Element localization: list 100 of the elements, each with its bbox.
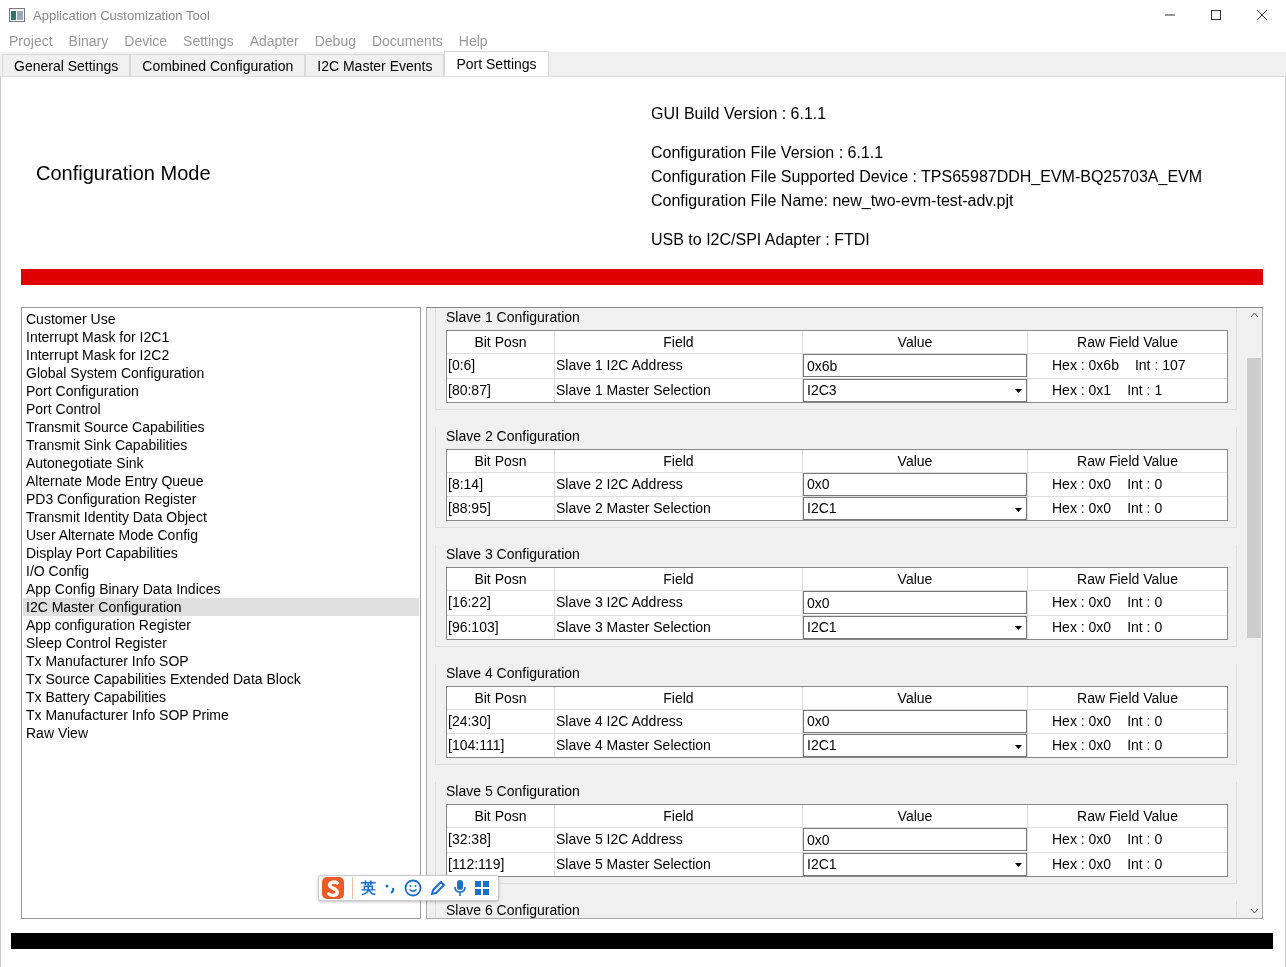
int-value: Int : 0 (1127, 711, 1163, 731)
ime-mode[interactable]: 英 (361, 878, 376, 898)
column-header: Raw Field Value (1076, 451, 1179, 471)
sidebar-item[interactable]: PD3 Configuration Register (23, 490, 419, 508)
int-value: Int : 107 (1134, 356, 1186, 375)
sidebar-item[interactable]: Tx Manufacturer Info SOP (23, 652, 419, 670)
table-cell: [0:6] (447, 353, 555, 378)
value-field[interactable]: 0x0 (803, 472, 1027, 496)
hex-value: Hex : 0x0 (1052, 593, 1112, 612)
sidebar-item[interactable]: Tx Source Capabilities Extended Data Block (23, 670, 419, 688)
window-title: Application Customization Tool (33, 7, 210, 23)
sidebar-item[interactable]: Alternate Mode Entry Queue (23, 472, 419, 490)
sidebar-item[interactable]: Tx Battery Capabilities (23, 688, 419, 706)
sidebar-item[interactable]: User Alternate Mode Config (23, 526, 419, 544)
column-header: Field (555, 331, 803, 353)
int-value: Int : 1 (1127, 380, 1163, 400)
tab[interactable]: Port Settings (444, 51, 549, 76)
value-field[interactable]: 0x0 (803, 828, 1027, 851)
sidebar-item[interactable]: Sleep Control Register (23, 634, 419, 652)
value-dropdown[interactable]: I2C3 (803, 378, 1027, 402)
value-field[interactable]: 0x0 (803, 709, 1027, 733)
tab[interactable]: General Settings (2, 54, 131, 76)
table-cell: [24:30] (447, 708, 555, 733)
table-cell: Slave 5 Master Selection (555, 851, 803, 876)
sidebar-item[interactable]: App configuration Register (23, 616, 419, 634)
hex-value: Hex : 0x1 (1052, 380, 1112, 400)
hex-value: Hex : 0x0 (1052, 736, 1112, 755)
column-header: Field (555, 449, 803, 472)
microphone-icon[interactable] (454, 879, 466, 897)
tab[interactable]: Combined Configuration (130, 54, 306, 76)
tab[interactable]: I2C Master Events (305, 54, 445, 76)
info-line: Configuration File Version : 6.1.1 (651, 143, 885, 163)
table-cell: Slave 3 Master Selection (555, 614, 803, 639)
column-header: Value (803, 331, 1028, 353)
table-cell: Slave 2 I2C Address (555, 471, 803, 496)
group-title: Slave 2 Configuration (446, 426, 580, 445)
sidebar-item[interactable]: Display Port Capabilities (23, 544, 419, 562)
sidebar-item[interactable]: Customer Use (23, 310, 419, 328)
sidebar-item[interactable]: Interrupt Mask for I2C1 (23, 328, 419, 346)
sidebar-item[interactable]: I/O Config (23, 562, 419, 580)
hex-value: Hex : 0x0 (1052, 474, 1112, 494)
table-cell: [32:38] (447, 827, 555, 852)
emoji-icon[interactable] (404, 879, 422, 897)
scroll-up-icon[interactable] (1249, 312, 1259, 318)
table-cell: Slave 1 Master Selection (555, 377, 803, 402)
int-value: Int : 0 (1127, 617, 1163, 637)
sidebar-item[interactable]: Transmit Identity Data Object (23, 508, 419, 526)
hex-value: Hex : 0x0 (1052, 854, 1112, 874)
column-header: Raw Field Value (1076, 688, 1179, 708)
column-header: Value (803, 805, 1028, 827)
column-header: Bit Posn (447, 568, 555, 590)
group-title: Slave 6 Configuration (446, 900, 580, 918)
column-header: Value (803, 686, 1028, 709)
column-header: Field (555, 805, 803, 827)
value-field[interactable]: 0x0 (803, 591, 1027, 614)
hex-value: Hex : 0x0 (1052, 617, 1112, 637)
table-cell: [16:22] (447, 590, 555, 615)
hex-value: Hex : 0x0 (1052, 830, 1112, 849)
scroll-down-icon[interactable] (1249, 908, 1259, 914)
column-header: Field (555, 568, 803, 590)
info-line: Configuration File Supported Device : TPS65987DDH_EVM-BQ25703A_EVM (651, 167, 1203, 187)
scroll-thumb[interactable] (1247, 358, 1261, 638)
sidebar-item[interactable]: Raw View (23, 724, 419, 742)
sidebar-item[interactable]: Port Control (23, 400, 419, 418)
table-cell: Slave 2 Master Selection (555, 496, 803, 520)
close-icon[interactable] (1256, 9, 1268, 21)
sidebar-item[interactable]: Port Configuration (23, 382, 419, 400)
column-header: Raw Field Value (1076, 807, 1179, 826)
sidebar-item[interactable]: Interrupt Mask for I2C2 (23, 346, 419, 364)
value-dropdown[interactable]: I2C1 (803, 615, 1027, 639)
sidebar-item[interactable]: App Config Binary Data Indices (23, 580, 419, 598)
sidebar-item[interactable]: Autonegotiate Sink (23, 454, 419, 472)
grid-icon[interactable] (474, 880, 490, 896)
column-header: Field (555, 686, 803, 709)
table-cell: Slave 4 I2C Address (555, 708, 803, 733)
column-header: Raw Field Value (1076, 570, 1179, 589)
sidebar-item[interactable]: Transmit Source Capabilities (23, 418, 419, 436)
sidebar-item[interactable]: Tx Manufacturer Info SOP Prime (23, 706, 419, 724)
value-dropdown[interactable]: I2C1 (803, 734, 1027, 757)
sidebar-item[interactable]: Transmit Sink Capabilities (23, 436, 419, 454)
mode-label: Configuration Mode (36, 161, 211, 185)
hex-value: Hex : 0x0 (1052, 711, 1112, 731)
column-header: Value (803, 449, 1028, 472)
sidebar-item[interactable]: Global System Configuration (23, 364, 419, 382)
ime-logo-icon[interactable] (322, 877, 344, 899)
column-header: Raw Field Value (1076, 333, 1179, 352)
group-title: Slave 5 Configuration (446, 782, 580, 800)
value-dropdown[interactable]: I2C1 (803, 852, 1027, 876)
int-value: Int : 0 (1127, 854, 1163, 874)
maximize-icon[interactable] (1210, 9, 1222, 21)
value-field[interactable]: 0x6b (803, 354, 1027, 377)
column-header: Value (803, 568, 1028, 590)
sidebar-item[interactable]: I2C Master Configuration (23, 598, 419, 616)
column-header: Bit Posn (447, 805, 555, 827)
int-value: Int : 0 (1127, 736, 1163, 755)
pen-icon[interactable] (430, 880, 446, 896)
value-dropdown[interactable]: I2C1 (803, 497, 1027, 520)
int-value: Int : 0 (1127, 593, 1163, 612)
table-cell: Slave 1 I2C Address (555, 353, 803, 378)
app-icon (9, 8, 25, 22)
